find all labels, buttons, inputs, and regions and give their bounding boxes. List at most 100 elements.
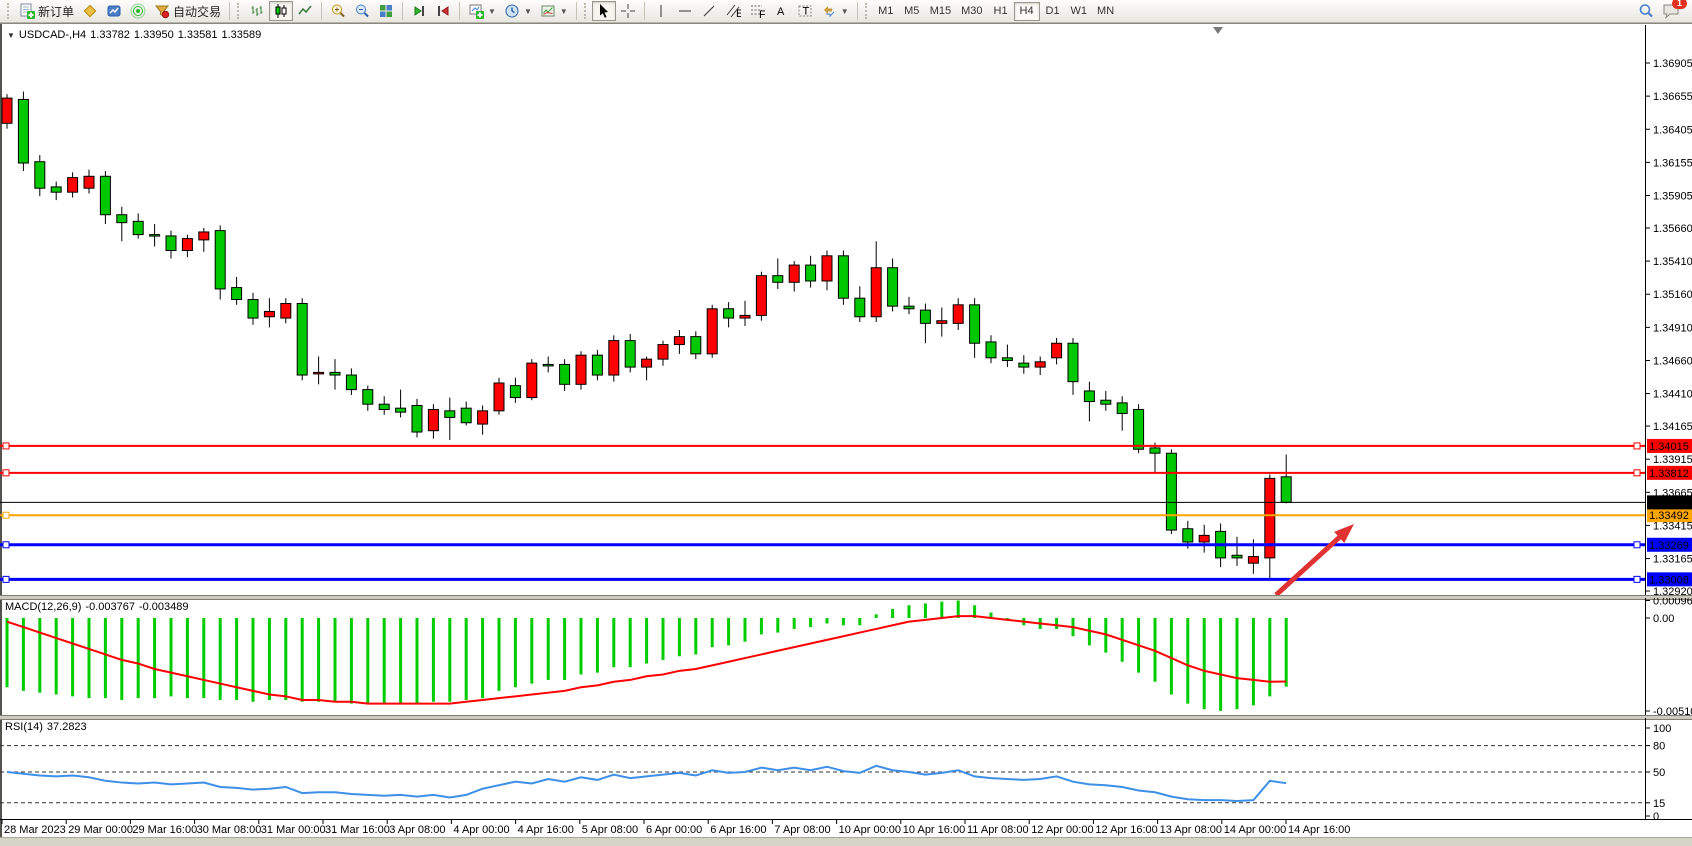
candle-45[interactable] xyxy=(740,301,750,326)
candle-50[interactable] xyxy=(822,250,832,290)
candle-8[interactable] xyxy=(133,213,143,238)
label-tool-button[interactable]: T xyxy=(793,1,817,21)
candle-60[interactable] xyxy=(986,335,996,363)
candle-61[interactable] xyxy=(1002,345,1012,368)
chart-shift-button[interactable] xyxy=(431,1,455,21)
candle-49[interactable] xyxy=(806,256,816,288)
candle-53[interactable] xyxy=(871,241,881,322)
hline-1.34015[interactable]: 1.34015 xyxy=(0,439,1692,453)
candle-4[interactable] xyxy=(68,172,78,197)
chat-button[interactable]: 1 xyxy=(1658,1,1684,21)
zoom-out-button[interactable] xyxy=(350,1,374,21)
candle-77[interactable] xyxy=(1265,474,1275,579)
candle-36[interactable] xyxy=(592,350,602,380)
candle-55[interactable] xyxy=(904,297,914,314)
candle-37[interactable] xyxy=(609,335,619,381)
trendline-tool-button[interactable] xyxy=(697,1,721,21)
candle-68[interactable] xyxy=(1117,396,1127,430)
candle-28[interactable] xyxy=(461,402,471,426)
candle-59[interactable] xyxy=(970,298,980,358)
candlestick-chart-button[interactable] xyxy=(269,1,293,21)
candle-75[interactable] xyxy=(1232,537,1242,566)
periods-button[interactable]: ▼ xyxy=(500,1,536,21)
line-handle[interactable] xyxy=(3,576,9,582)
candle-6[interactable] xyxy=(100,171,110,224)
candle-41[interactable] xyxy=(674,330,684,354)
collapse-triangle-icon[interactable]: ▼ xyxy=(7,31,15,40)
candle-66[interactable] xyxy=(1084,382,1094,422)
candle-62[interactable] xyxy=(1019,355,1029,374)
candle-39[interactable] xyxy=(642,356,652,380)
candle-58[interactable] xyxy=(953,298,963,330)
candle-48[interactable] xyxy=(789,261,799,291)
candle-73[interactable] xyxy=(1199,525,1209,553)
candle-31[interactable] xyxy=(510,378,520,403)
candle-51[interactable] xyxy=(838,250,848,304)
line-handle[interactable] xyxy=(1634,443,1640,449)
text-tool-button[interactable]: A xyxy=(769,1,793,21)
autotrading-button[interactable]: 自动交易 xyxy=(150,1,225,21)
hline-1.33269[interactable]: 1.33269 xyxy=(0,538,1692,552)
candle-24[interactable] xyxy=(396,390,406,418)
line-handle[interactable] xyxy=(3,443,9,449)
candle-12[interactable] xyxy=(199,228,209,252)
candle-15[interactable] xyxy=(248,293,258,325)
cursor-tool-button[interactable] xyxy=(592,1,616,21)
candle-0[interactable] xyxy=(2,94,12,128)
auto-scroll-button[interactable] xyxy=(407,1,431,21)
timeframe-MN-button[interactable]: MN xyxy=(1092,2,1119,21)
candle-65[interactable] xyxy=(1068,338,1078,395)
candle-7[interactable] xyxy=(117,207,127,241)
macd-indicator-panel[interactable]: 0.0009620.00-0.005107 xyxy=(0,598,1692,715)
candle-34[interactable] xyxy=(560,359,570,391)
candle-71[interactable] xyxy=(1166,449,1176,534)
shapes-tool-button[interactable]: ▼ xyxy=(817,1,853,21)
line-chart-button[interactable] xyxy=(293,1,317,21)
timeframe-W1-button[interactable]: W1 xyxy=(1066,2,1093,21)
date-axis[interactable]: 28 Mar 202329 Mar 00:0029 Mar 16:0030 Ma… xyxy=(0,819,1692,837)
hline-1.33812[interactable]: 1.33812 xyxy=(0,466,1692,480)
templates-button[interactable]: ▼ xyxy=(536,1,572,21)
candle-3[interactable] xyxy=(51,182,61,201)
candle-18[interactable] xyxy=(297,298,307,380)
candle-11[interactable] xyxy=(182,235,192,258)
candle-78[interactable] xyxy=(1281,455,1291,504)
candle-21[interactable] xyxy=(346,368,356,395)
candle-10[interactable] xyxy=(166,231,176,259)
timeframe-M1-button[interactable]: M1 xyxy=(873,2,899,21)
price-chart-panel[interactable]: 1.340151.338121.334921.332691.330081.335… xyxy=(0,25,1692,595)
candle-44[interactable] xyxy=(724,302,734,327)
candle-54[interactable] xyxy=(888,258,898,311)
candle-64[interactable] xyxy=(1052,338,1062,365)
timeframe-M30-button[interactable]: M30 xyxy=(956,2,987,21)
line-handle[interactable] xyxy=(3,470,9,476)
candle-13[interactable] xyxy=(215,225,225,299)
vertical-line-tool-button[interactable] xyxy=(649,1,673,21)
candle-35[interactable] xyxy=(576,351,586,389)
candle-23[interactable] xyxy=(379,396,389,415)
candle-16[interactable] xyxy=(264,298,274,327)
line-handle[interactable] xyxy=(3,542,9,548)
candle-42[interactable] xyxy=(691,331,701,359)
tile-windows-button[interactable] xyxy=(374,1,398,21)
navigator-button[interactable] xyxy=(126,1,150,21)
candle-70[interactable] xyxy=(1150,443,1160,473)
fibonacci-tool-button[interactable]: F xyxy=(745,1,769,21)
candle-32[interactable] xyxy=(527,359,537,400)
hline-1.33008[interactable]: 1.33008 xyxy=(0,572,1692,586)
new-chart-button[interactable]: ▼ xyxy=(464,1,500,21)
candle-22[interactable] xyxy=(363,386,373,411)
market-watch-button[interactable] xyxy=(78,1,102,21)
timeframe-H1-button[interactable]: H1 xyxy=(988,2,1014,21)
hline-1.33492[interactable]: 1.33492 xyxy=(0,508,1692,522)
candle-17[interactable] xyxy=(281,298,291,323)
search-button[interactable] xyxy=(1634,1,1658,21)
line-handle[interactable] xyxy=(1634,576,1640,582)
candle-46[interactable] xyxy=(756,272,766,321)
candle-27[interactable] xyxy=(445,398,455,440)
candle-29[interactable] xyxy=(478,406,488,435)
horizontal-line-tool-button[interactable] xyxy=(673,1,697,21)
candle-47[interactable] xyxy=(773,258,783,288)
candle-40[interactable] xyxy=(658,341,668,366)
candle-1[interactable] xyxy=(18,91,28,171)
